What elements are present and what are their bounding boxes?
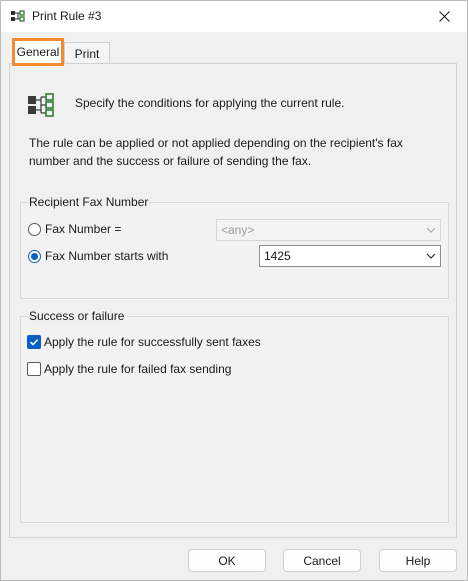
tab-general-label: General bbox=[16, 45, 60, 59]
chevron-down-icon bbox=[426, 253, 436, 259]
fax-number-starts-radio[interactable] bbox=[28, 250, 41, 263]
window-title: Print Rule #3 bbox=[32, 9, 102, 23]
fax-number-equals-combo[interactable]: <any> bbox=[216, 219, 441, 241]
recipient-fax-group-title: Recipient Fax Number bbox=[28, 195, 150, 209]
tab-general[interactable]: General bbox=[12, 38, 64, 66]
close-button[interactable] bbox=[421, 1, 467, 32]
fax-number-starts-label[interactable]: Fax Number starts with bbox=[45, 249, 168, 263]
rule-tree-icon bbox=[28, 93, 54, 117]
failure-checkbox-label[interactable]: Apply the rule for failed fax sending bbox=[44, 362, 231, 376]
title-bar: Print Rule #3 bbox=[1, 1, 467, 32]
rule-tree-icon bbox=[11, 10, 25, 22]
success-failure-group-title: Success or failure bbox=[28, 309, 126, 323]
description-text: The rule can be applied or not applied d… bbox=[29, 136, 403, 168]
success-checkbox[interactable] bbox=[27, 335, 41, 349]
intro-text: Specify the conditions for applying the … bbox=[75, 96, 345, 110]
failure-checkbox[interactable] bbox=[27, 362, 41, 376]
tab-print-label: Print bbox=[74, 47, 100, 61]
ok-button-label: OK bbox=[218, 553, 236, 568]
cancel-button-label: Cancel bbox=[303, 553, 341, 568]
fax-number-equals-value: <any> bbox=[221, 223, 255, 237]
help-button-label: Help bbox=[405, 553, 431, 568]
close-icon bbox=[438, 11, 450, 22]
checkmark-icon bbox=[29, 339, 39, 346]
chevron-down-icon bbox=[426, 227, 436, 233]
help-button[interactable]: Help bbox=[379, 549, 457, 572]
dialog-window: Print Rule #3 General Print Specify the … bbox=[0, 0, 468, 581]
fax-number-equals-radio[interactable] bbox=[28, 223, 41, 236]
ok-button[interactable]: OK bbox=[188, 549, 266, 572]
tab-print[interactable]: Print bbox=[64, 42, 110, 65]
fax-number-starts-value: 1425 bbox=[264, 249, 291, 263]
success-checkbox-label[interactable]: Apply the rule for successfully sent fax… bbox=[44, 335, 261, 349]
fax-number-starts-combo[interactable]: 1425 bbox=[259, 245, 441, 267]
fax-number-equals-label[interactable]: Fax Number = bbox=[45, 222, 121, 236]
cancel-button[interactable]: Cancel bbox=[283, 549, 361, 572]
